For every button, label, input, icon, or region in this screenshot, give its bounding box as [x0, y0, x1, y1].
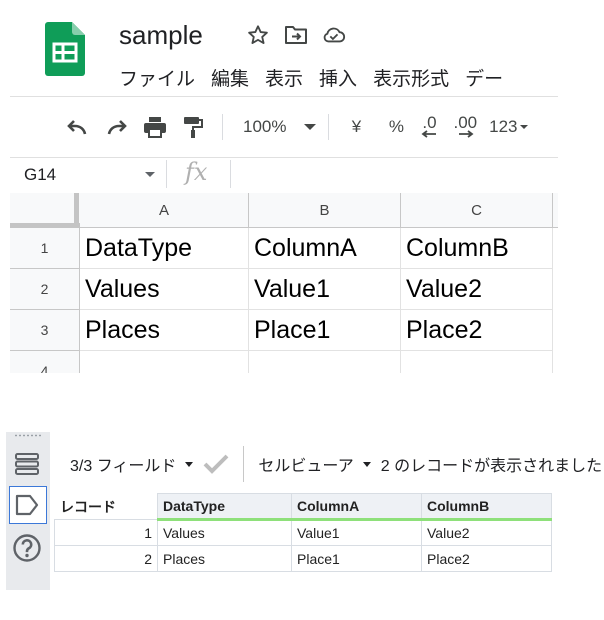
divider	[243, 446, 245, 482]
cell-a2[interactable]: Values	[80, 269, 249, 310]
table-cell[interactable]: Places	[157, 545, 292, 572]
table-cell[interactable]: Values	[157, 519, 292, 546]
table-cell[interactable]: Value2	[421, 519, 552, 546]
column-header-a[interactable]: A	[80, 193, 249, 228]
more-formats-label: 123	[489, 117, 518, 136]
column-header-b[interactable]: B	[249, 193, 401, 228]
chevron-down-icon[interactable]	[145, 172, 155, 177]
redo-icon[interactable]	[100, 110, 134, 144]
cell-c3[interactable]: Place2	[401, 310, 553, 351]
move-folder-icon[interactable]	[284, 23, 308, 47]
menu-data[interactable]: デー	[465, 64, 503, 91]
star-icon[interactable]	[246, 23, 270, 47]
list-icon[interactable]	[9, 446, 45, 482]
spreadsheet-grid: A B C 1 2 3 4 DataType ColumnA ColumnB V…	[10, 193, 558, 373]
more-formats-button[interactable]: 123	[489, 110, 528, 144]
menu-edit[interactable]: 編集	[211, 64, 249, 91]
chevron-down-icon[interactable]	[362, 461, 371, 467]
menu-view[interactable]: 表示	[265, 64, 303, 91]
help-icon[interactable]	[9, 530, 45, 566]
row-header[interactable]: 1	[10, 228, 80, 269]
cell-c1[interactable]: ColumnB	[401, 228, 553, 269]
zoom-select[interactable]: 100%	[243, 110, 317, 144]
table-row[interactable]: 1 Values Value1 Value2	[54, 519, 552, 546]
name-box[interactable]: G14	[24, 165, 56, 185]
menu-file[interactable]: ファイル	[119, 64, 195, 91]
formula-bar	[10, 157, 558, 195]
chevron-down-icon	[519, 125, 528, 129]
divider	[328, 114, 330, 140]
menu-format[interactable]: 表示形式	[373, 64, 449, 91]
decrease-decimal-button[interactable]: .0	[421, 110, 437, 144]
table-cell[interactable]: Value1	[291, 519, 422, 546]
header-datatype[interactable]: DataType	[157, 493, 292, 521]
fields-selector[interactable]: 3/3 フィールド	[70, 452, 176, 476]
chevron-down-icon	[304, 124, 317, 130]
divider	[222, 114, 223, 140]
cell-b3[interactable]: Place1	[249, 310, 401, 351]
chevron-down-icon[interactable]	[185, 461, 194, 467]
currency-format-button[interactable]: ¥	[341, 110, 371, 144]
table-row[interactable]: 2 Places Place1 Place2	[54, 545, 552, 572]
menu-insert[interactable]: 挿入	[319, 64, 357, 91]
header-columnb[interactable]: ColumnB	[421, 493, 552, 521]
header-record[interactable]: レコード	[54, 493, 158, 520]
cloud-saved-icon[interactable]	[322, 23, 346, 47]
header-columna[interactable]: ColumnA	[291, 493, 422, 521]
results-toolbar: 3/3 フィールド セルビューア 2 のレコードが表示されました	[70, 446, 603, 482]
undo-icon[interactable]	[60, 110, 94, 144]
drag-handle[interactable]	[14, 434, 42, 437]
decrease-decimal-label: .0	[422, 113, 437, 132]
cell-a1[interactable]: DataType	[80, 228, 249, 269]
record-number[interactable]: 2	[54, 545, 158, 572]
divider	[166, 160, 167, 188]
tag-icon[interactable]	[9, 487, 45, 523]
view-selector[interactable]: セルビューア	[258, 452, 353, 476]
arrow-right-icon	[459, 130, 474, 138]
cell-c4[interactable]	[401, 351, 553, 373]
row-header[interactable]: 2	[10, 269, 80, 310]
checkmark-icon[interactable]	[203, 454, 229, 474]
zoom-value: 100%	[243, 117, 287, 136]
arrow-left-icon	[421, 130, 437, 138]
table-cell[interactable]: Place1	[291, 545, 422, 572]
record-count-status: 2 のレコードが表示されました	[380, 458, 603, 475]
print-icon[interactable]	[138, 110, 172, 144]
divider	[230, 160, 231, 188]
row-header[interactable]: 4	[10, 351, 80, 373]
results-table: レコード DataType ColumnA ColumnB 1 Values V…	[54, 493, 552, 572]
row-header[interactable]: 3	[10, 310, 80, 351]
title-actions	[246, 22, 346, 48]
sheets-logo-icon[interactable]	[45, 22, 85, 76]
divider	[10, 96, 558, 97]
cell-b4[interactable]	[249, 351, 401, 373]
cell-a3[interactable]: Places	[80, 310, 249, 351]
table-header-row: レコード DataType ColumnA ColumnB	[54, 493, 552, 521]
percent-format-button[interactable]: %	[381, 110, 411, 144]
document-title[interactable]: sample	[119, 20, 203, 51]
toolbar: 100% ¥ % .0 .00 123	[60, 108, 560, 146]
column-header-c[interactable]: C	[401, 193, 553, 228]
fx-icon: fx	[185, 158, 208, 186]
record-number[interactable]: 1	[54, 519, 158, 546]
paint-format-icon[interactable]	[176, 110, 210, 144]
menu-bar: ファイル 編集 表示 挿入 表示形式 デー	[119, 64, 559, 91]
increase-decimal-label: .00	[453, 113, 478, 132]
increase-decimal-button[interactable]: .00	[453, 110, 477, 144]
cell-b1[interactable]: ColumnA	[249, 228, 401, 269]
cell-b2[interactable]: Value1	[249, 269, 401, 310]
select-all-corner[interactable]	[10, 193, 80, 228]
column-header-d[interactable]	[553, 193, 558, 228]
cell-a4[interactable]	[80, 351, 249, 373]
cell-c2[interactable]: Value2	[401, 269, 553, 310]
table-cell[interactable]: Place2	[421, 545, 552, 572]
